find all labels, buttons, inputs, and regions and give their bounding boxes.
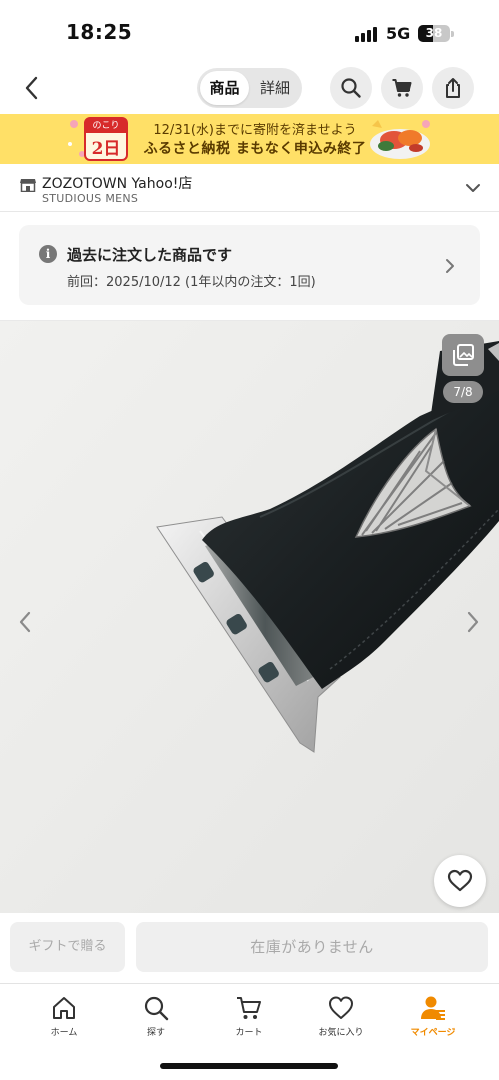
order-history-detail: 前回：2025/10/12 (1年以内の注文：1回) (67, 275, 316, 290)
out-of-stock-button[interactable]: 在庫がありません (136, 922, 488, 972)
signal-icon (355, 26, 379, 42)
countdown-badge: のこり 2日 (84, 117, 128, 161)
gallery-icon (453, 344, 474, 366)
share-button[interactable] (432, 67, 474, 109)
heart-icon (447, 869, 473, 892)
chevron-down-icon (466, 184, 480, 192)
home-indicator (160, 1063, 338, 1069)
info-icon: i (39, 245, 57, 263)
tab-home[interactable]: ホーム (24, 992, 104, 1040)
banner-headline: ふるさと納税 まもなく申込み終了 (143, 141, 367, 157)
home-icon (53, 997, 75, 1019)
next-image-button[interactable] (460, 607, 486, 637)
search-button[interactable] (330, 67, 372, 109)
gallery-view-button[interactable] (442, 334, 484, 376)
battery-cap (451, 31, 454, 37)
badge-days: 2日 (91, 139, 121, 159)
tab-product[interactable]: 商品 (200, 71, 249, 105)
product-image-gallery[interactable]: 7/8 (0, 321, 499, 913)
user-icon (421, 996, 445, 1020)
battery-icon: 38 (418, 25, 450, 42)
chevron-right-icon (467, 611, 479, 633)
promo-banner[interactable]: のこり 2日 12/31(水)までに寄附を済ませよう ふるさと納税 まもなく申込… (0, 114, 499, 164)
back-icon (25, 76, 38, 100)
share-icon (446, 78, 460, 98)
product-image (0, 321, 499, 913)
cart-icon (392, 79, 412, 97)
banner-deadline: 12/31(水)までに寄附を済ませよう (153, 123, 357, 138)
battery-level: 38 (425, 26, 443, 40)
network-label: 5G (386, 24, 411, 43)
back-button[interactable] (14, 70, 48, 106)
tab-label: マイページ (410, 1028, 456, 1038)
tab-label: お気に入り (318, 1028, 364, 1038)
gift-button[interactable]: ギフトで贈る (10, 922, 125, 972)
tab-favorites[interactable]: お気に入り (301, 992, 381, 1040)
segment-control: 商品 詳細 (197, 68, 302, 108)
purchase-actions: ギフトで贈る 在庫がありません (0, 913, 499, 983)
previous-image-button[interactable] (12, 607, 38, 637)
cart-icon (237, 997, 261, 1019)
tab-label: カート (235, 1028, 263, 1038)
search-icon (341, 78, 361, 98)
store-name: ZOZOTOWN Yahoo!店 (42, 176, 193, 192)
image-page-counter: 7/8 (443, 381, 483, 403)
search-icon (144, 996, 169, 1021)
store-selector[interactable]: ZOZOTOWN Yahoo!店 STUDIOUS MENS (0, 164, 499, 212)
heart-icon (329, 996, 353, 1019)
seafood-image-icon (370, 120, 430, 159)
chevron-right-icon (446, 259, 454, 273)
tab-label: ホーム (50, 1028, 78, 1038)
status-time: 18:25 (66, 20, 133, 44)
store-icon (20, 179, 36, 192)
header-nav: 商品 詳細 (0, 62, 499, 114)
order-history-card[interactable]: i 過去に注文した商品です 前回：2025/10/12 (1年以内の注文：1回) (19, 225, 480, 305)
badge-label: のこり (86, 119, 126, 133)
tab-search[interactable]: 探す (116, 992, 196, 1040)
status-bar: 18:25 5G 38 (0, 0, 499, 62)
cart-button[interactable] (381, 67, 423, 109)
store-brand: STUDIOUS MENS (42, 192, 139, 205)
order-history-title: 過去に注文した商品です (67, 246, 233, 264)
tab-cart[interactable]: カート (209, 992, 289, 1040)
tab-mypage[interactable]: マイページ (393, 992, 473, 1040)
chevron-left-icon (19, 611, 31, 633)
favorite-button[interactable] (434, 855, 486, 907)
tab-details[interactable]: 詳細 (250, 71, 300, 105)
tab-label: 探す (146, 1028, 165, 1038)
